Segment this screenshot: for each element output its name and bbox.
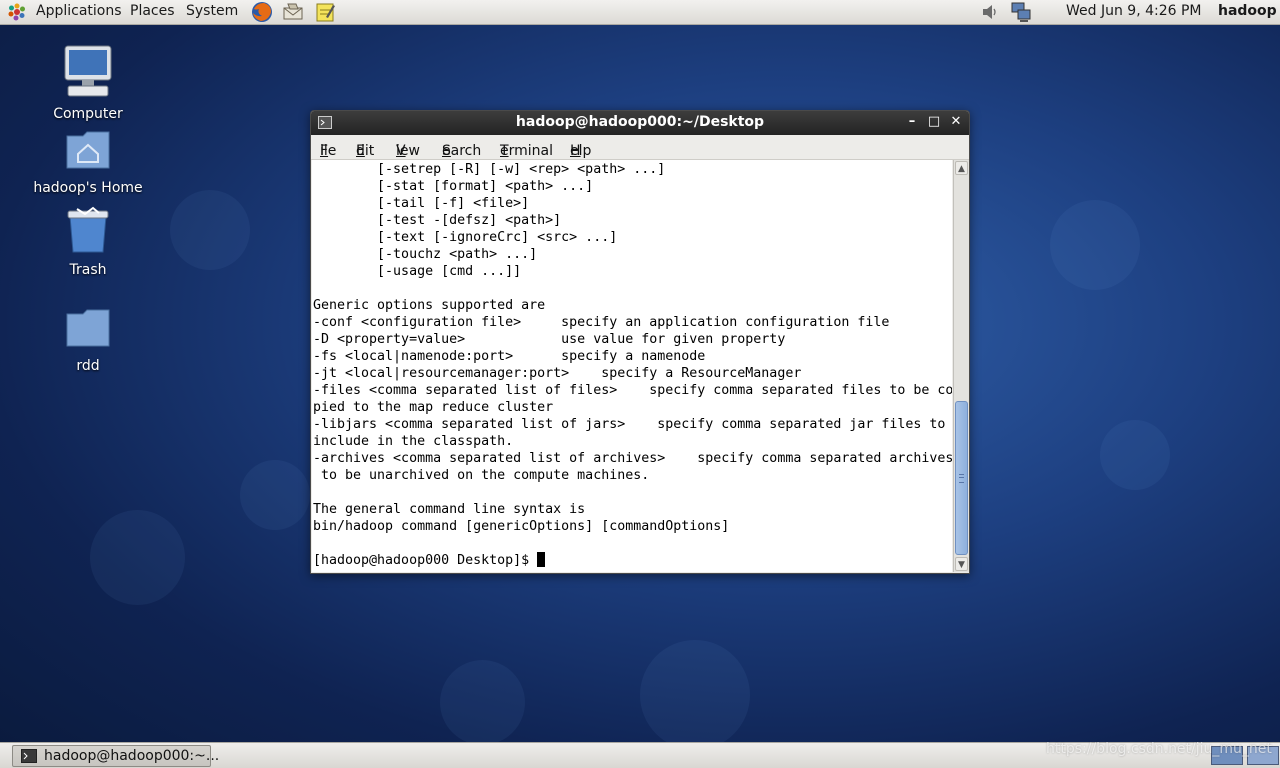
terminal-line: Generic options supported are <box>313 298 546 313</box>
desktop-icon-home[interactable]: hadoop's Home <box>23 128 153 196</box>
firefox-icon[interactable] <box>251 1 273 23</box>
terminal-line: -files <comma separated list of files> s… <box>313 383 952 398</box>
maximize-button[interactable]: □ <box>925 113 943 131</box>
terminal-area[interactable]: [-setrep [-R] [-w] <rep> <path> ...] [-s… <box>312 160 952 572</box>
terminal-line: bin/hadoop command [genericOptions] [com… <box>313 519 730 534</box>
gnome-foot-icon <box>8 3 25 21</box>
terminal-line: The general command line syntax is <box>313 502 586 517</box>
home-folder-icon <box>66 131 110 169</box>
terminal-line: -jt <local|resourcemanager:port> specify… <box>313 366 802 381</box>
title-bar[interactable]: hadoop@hadoop000:~/Desktop – □ ✕ <box>311 111 969 135</box>
trash-icon <box>67 206 109 253</box>
desktop-icon-label: Trash <box>69 262 107 278</box>
top-panel: Applications Places System Wed Jun 9, 4:… <box>0 0 1280 25</box>
volume-icon[interactable] <box>980 2 1000 22</box>
desktop-icon-label: hadoop's Home <box>33 180 143 196</box>
terminal-line: [-touchz <path> ...] <box>313 247 538 262</box>
terminal-line: -libjars <comma separated list of jars> … <box>313 417 952 432</box>
terminal-line: to be unarchived on the compute machines… <box>313 468 650 483</box>
network-icon[interactable] <box>1010 1 1032 23</box>
terminal-line: include in the classpath. <box>313 434 514 449</box>
terminal-line: [-stat [format] <path> ...] <box>313 179 594 194</box>
terminal-line: pied to the map reduce cluster <box>313 400 554 415</box>
folder-icon <box>66 309 110 347</box>
minimize-button[interactable]: – <box>903 113 921 131</box>
terminal-prompt: [hadoop@hadoop000 Desktop]$ <box>313 553 538 568</box>
desktop-icon-rdd-folder[interactable]: rdd <box>23 306 153 374</box>
places-menu[interactable]: Places <box>130 3 175 19</box>
scroll-down-button[interactable]: ▼ <box>955 557 968 571</box>
terminal-line: [-setrep [-R] [-w] <rep> <path> ...] <box>313 162 666 177</box>
system-menu[interactable]: System <box>186 3 238 19</box>
vertical-scrollbar[interactable]: ▲ ▼ <box>953 160 969 572</box>
grip-icon <box>959 474 964 483</box>
mail-icon[interactable] <box>282 1 304 23</box>
notes-icon[interactable] <box>314 1 336 23</box>
menu-bar: File Edit View Search Terminal Help <box>311 135 969 160</box>
desktop-icon-computer[interactable]: Computer <box>23 44 153 122</box>
applications-menu[interactable]: Applications <box>36 3 122 19</box>
terminal-line: -archives <comma separated list of archi… <box>313 451 952 466</box>
terminal-line: [-test -[defsz] <path>] <box>313 213 562 228</box>
computer-icon <box>64 45 112 97</box>
terminal-line: [-tail [-f] <file>] <box>313 196 530 211</box>
watermark: https://blog.csdn.net/jiu_mu_net <box>1046 741 1272 757</box>
text-cursor <box>537 552 546 567</box>
terminal-output: [-setrep [-R] [-w] <rep> <path> ...] [-s… <box>313 161 952 569</box>
user-menu[interactable]: hadoop <box>1218 3 1277 19</box>
taskbar-label: hadoop@hadoop000:~... <box>44 748 220 764</box>
scroll-thumb[interactable] <box>955 401 968 555</box>
taskbar-terminal-button[interactable]: hadoop@hadoop000:~... <box>12 745 219 767</box>
terminal-line: [-usage [cmd ...]] <box>313 264 522 279</box>
terminal-icon <box>21 749 37 763</box>
terminal-line: [-text [-ignoreCrc] <src> ...] <box>313 230 618 245</box>
terminal-line: -fs <local|namenode:port> specify a name… <box>313 349 706 364</box>
desktop-icon-label: Computer <box>53 106 123 122</box>
close-button[interactable]: ✕ <box>947 113 965 131</box>
clock[interactable]: Wed Jun 9, 4:26 PM <box>1066 3 1202 19</box>
window-title: hadoop@hadoop000:~/Desktop <box>515 114 765 130</box>
terminal-line: -conf <configuration file> specify an ap… <box>313 315 890 330</box>
terminal-window[interactable]: hadoop@hadoop000:~/Desktop – □ ✕ File Ed… <box>310 110 970 574</box>
terminal-line: -D <property=value> use value for given … <box>313 332 786 347</box>
desktop-icon-label: rdd <box>76 358 100 374</box>
desktop-icon-trash[interactable]: Trash <box>23 206 153 278</box>
scroll-up-button[interactable]: ▲ <box>955 161 968 175</box>
